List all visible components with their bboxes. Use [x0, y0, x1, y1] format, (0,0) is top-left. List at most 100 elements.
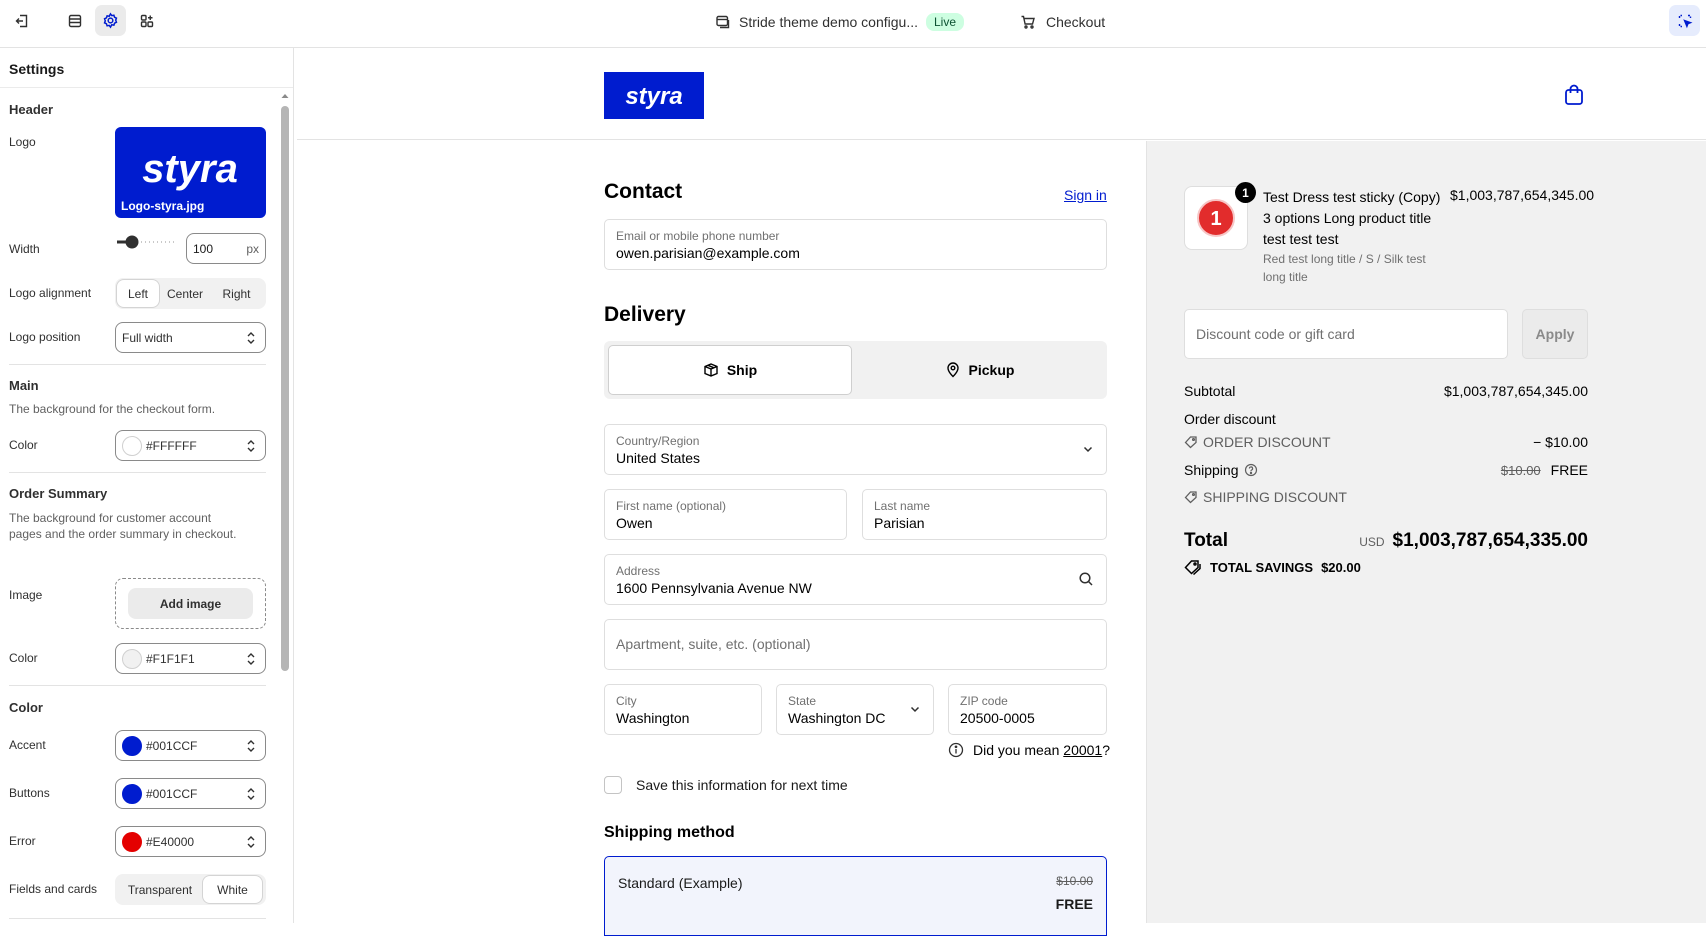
- chevron-down-icon: [910, 706, 920, 713]
- svg-text:styra: styra: [142, 147, 238, 191]
- shipping-option-price: FREE: [1055, 896, 1093, 912]
- section-header-title: Header: [9, 102, 54, 117]
- inspector-icon: [1678, 14, 1692, 28]
- apply-button[interactable]: Apply: [1522, 309, 1588, 359]
- image-dropzone[interactable]: Add image: [115, 578, 266, 629]
- color-swatch: [122, 735, 142, 756]
- page-selector[interactable]: Checkout: [1020, 11, 1105, 33]
- fields-cards-control[interactable]: Transparent White: [115, 874, 266, 905]
- last-name-field[interactable]: Last name Parisian: [862, 489, 1107, 540]
- accent-color-picker[interactable]: #001CCF: [115, 730, 266, 761]
- logo-position-select[interactable]: Full width: [115, 322, 266, 353]
- chevron-down-icon: [1083, 446, 1093, 453]
- width-slider[interactable]: [115, 234, 178, 250]
- exit-button[interactable]: [6, 5, 37, 36]
- help-icon[interactable]: [1244, 463, 1258, 477]
- fields-transparent-option[interactable]: Transparent: [117, 876, 203, 903]
- save-info-checkbox[interactable]: [604, 776, 622, 794]
- pickup-option[interactable]: Pickup: [856, 345, 1103, 395]
- subtotal-label: Subtotal: [1184, 383, 1236, 399]
- logo-picker[interactable]: styra Logo-styra.jpg: [115, 127, 266, 218]
- pickup-label: Pickup: [968, 362, 1015, 378]
- zip-suggestion: Did you mean 20001?: [948, 742, 1110, 758]
- width-input[interactable]: 100 px: [186, 233, 266, 264]
- fields-cards-label: Fields and cards: [9, 882, 98, 896]
- apps-button[interactable]: [131, 5, 162, 36]
- shipping-option-standard[interactable]: Standard (Example) $10.00 FREE: [604, 856, 1107, 936]
- select-arrows-icon: [247, 836, 255, 848]
- align-center-option[interactable]: Center: [159, 280, 211, 307]
- add-image-button[interactable]: Add image: [128, 588, 253, 619]
- country-label: Country/Region: [616, 434, 700, 448]
- sign-in-link[interactable]: Sign in: [1064, 187, 1107, 203]
- info-icon: [948, 742, 964, 758]
- suggested-zip-link[interactable]: 20001: [1063, 742, 1102, 758]
- image-label: Image: [9, 588, 43, 602]
- product-image: 1: [1197, 199, 1235, 237]
- shipping-value: FREE: [1550, 462, 1588, 478]
- divider: [9, 364, 266, 365]
- order-discount-code-row: ORDER DISCOUNT − $10.00: [1184, 434, 1588, 454]
- theme-settings-button[interactable]: [95, 5, 126, 36]
- slider-knob[interactable]: [125, 235, 139, 249]
- logo-alignment-control[interactable]: Left Center Right: [115, 278, 266, 309]
- divider: [9, 472, 266, 473]
- discount-tag-icon: [1184, 491, 1197, 504]
- hint-suffix: ?: [1102, 742, 1111, 758]
- truck-icon: [704, 363, 718, 377]
- align-right-option[interactable]: Right: [211, 280, 262, 307]
- save-info-row[interactable]: Save this information for next time: [604, 776, 848, 794]
- color-swatch: [122, 648, 142, 669]
- summary-color-label: Color: [9, 651, 38, 665]
- country-select[interactable]: Country/Region United States: [604, 424, 1107, 475]
- bag-icon[interactable]: [1564, 84, 1584, 106]
- city-field[interactable]: City Washington: [604, 684, 762, 735]
- buttons-color-picker[interactable]: #001CCF: [115, 778, 266, 809]
- align-left-option[interactable]: Left: [117, 280, 159, 307]
- email-field[interactable]: Email or mobile phone number owen.parisi…: [604, 219, 1107, 270]
- section-color-title: Color: [9, 700, 43, 715]
- zip-field[interactable]: ZIP code 20500-0005: [948, 684, 1107, 735]
- state-value: Washington DC: [788, 710, 886, 726]
- last-name-value: Parisian: [874, 515, 925, 531]
- apps-icon: [140, 14, 153, 27]
- brand-logo[interactable]: styra: [604, 72, 704, 119]
- sections-button[interactable]: [59, 5, 90, 36]
- product-variant: Red test long title / S / Silk test long…: [1263, 252, 1426, 284]
- error-color-picker[interactable]: #E40000: [115, 826, 266, 857]
- total-value: $1,003,787,654,335.00: [1392, 530, 1588, 551]
- svg-text:styra: styra: [625, 83, 682, 110]
- delivery-toggle: Ship Pickup: [604, 341, 1107, 399]
- sections-icon: [68, 14, 81, 27]
- email-value: owen.parisian@example.com: [616, 245, 800, 261]
- order-discount-code: ORDER DISCOUNT: [1203, 434, 1331, 450]
- product-price: $1,003,787,654,345.00: [1450, 187, 1595, 203]
- first-name-value: Owen: [616, 515, 653, 531]
- divider: [9, 685, 266, 686]
- main-color-label: Color: [9, 438, 38, 452]
- shipping-row: Shipping $10.00 FREE: [1184, 462, 1588, 482]
- total-savings-label: TOTAL SAVINGS: [1210, 559, 1314, 575]
- scrollbar-thumb[interactable]: [281, 106, 289, 671]
- hint-prefix: Did you mean: [973, 742, 1064, 758]
- error-label: Error: [9, 834, 36, 848]
- buttons-value: #001CCF: [146, 786, 198, 801]
- search-icon[interactable]: [1078, 571, 1094, 587]
- first-name-field[interactable]: First name (optional) Owen: [604, 489, 847, 540]
- discount-input[interactable]: Discount code or gift card: [1184, 309, 1508, 359]
- cart-icon: [1021, 15, 1035, 29]
- inspector-button[interactable]: [1669, 5, 1700, 36]
- accent-label: Accent: [9, 738, 46, 752]
- state-select[interactable]: State Washington DC: [776, 684, 934, 735]
- color-swatch: [122, 783, 142, 804]
- apartment-field[interactable]: Apartment, suite, etc. (optional): [604, 619, 1107, 670]
- main-color-picker[interactable]: #FFFFFF: [115, 430, 266, 461]
- contact-heading: Contact: [604, 180, 683, 203]
- fields-white-option[interactable]: White: [203, 876, 262, 903]
- email-label: Email or mobile phone number: [616, 229, 780, 243]
- theme-title[interactable]: Stride theme demo configu... Live: [715, 11, 965, 33]
- address-field[interactable]: Address 1600 Pennsylvania Avenue NW: [604, 554, 1107, 605]
- ship-option[interactable]: Ship: [608, 345, 852, 395]
- total-label: Total: [1184, 530, 1228, 551]
- summary-color-picker[interactable]: #F1F1F1: [115, 643, 266, 674]
